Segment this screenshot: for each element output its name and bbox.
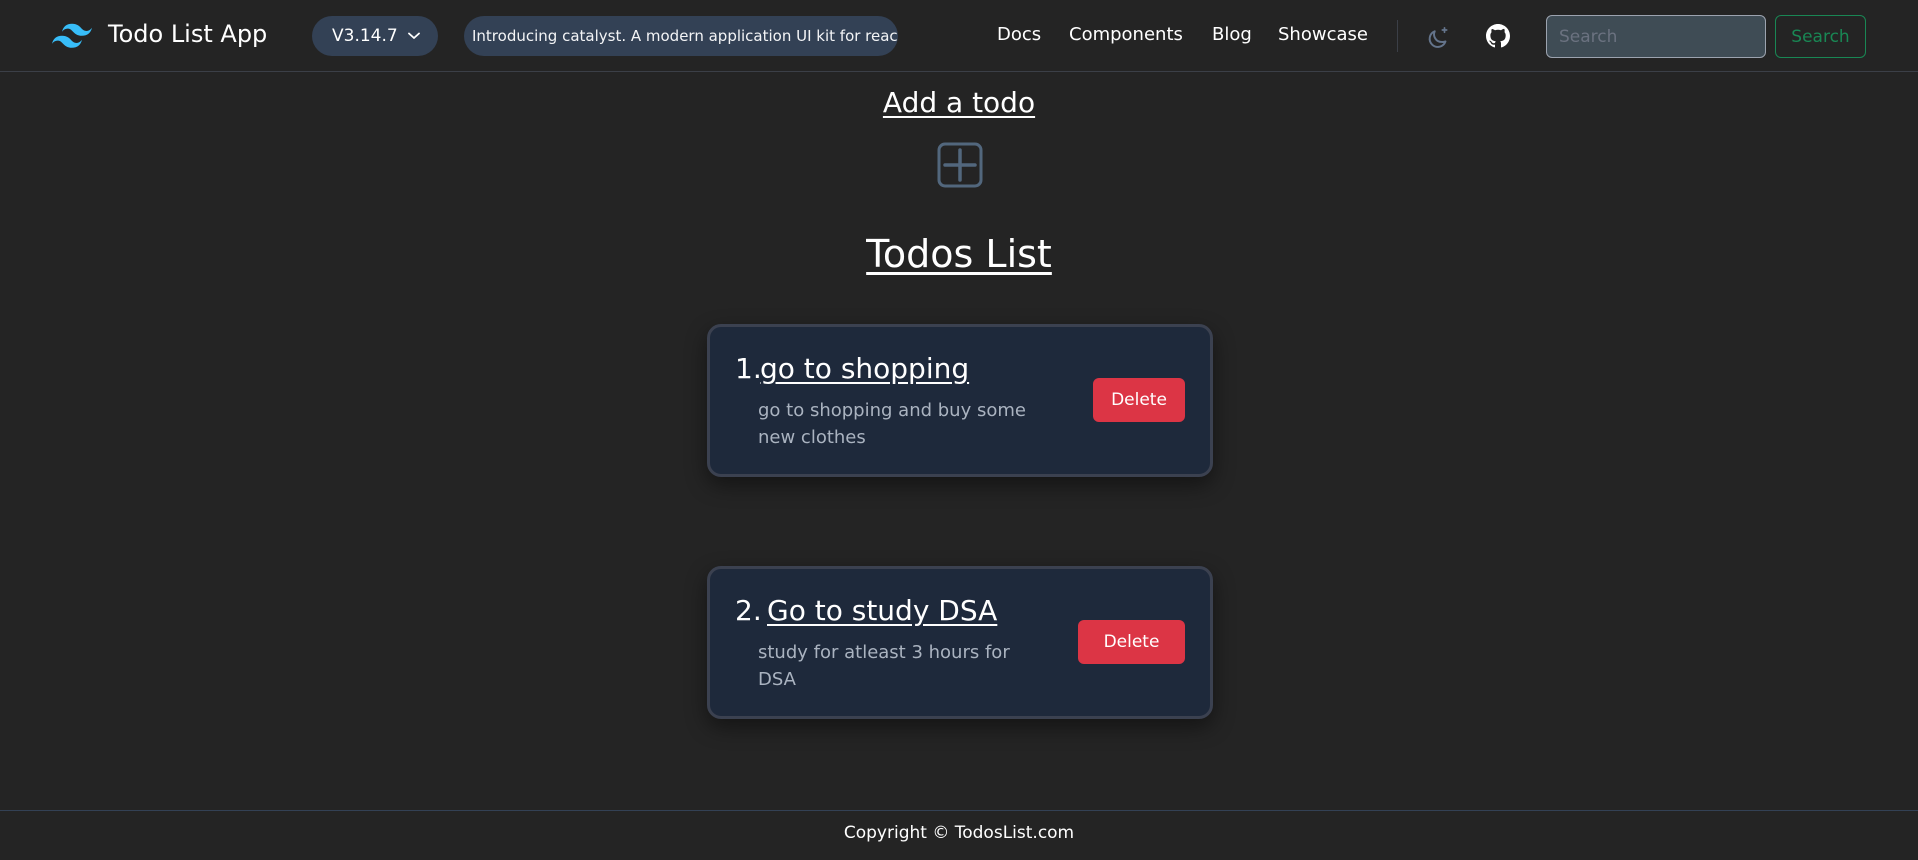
version-label: V3.14.7 [332, 26, 398, 46]
chevron-down-icon [408, 32, 420, 39]
version-dropdown-button[interactable]: V3.14.7 [312, 16, 438, 56]
plus-square-icon[interactable] [937, 142, 983, 188]
todos-list-heading: Todos List [866, 232, 1052, 276]
github-icon[interactable] [1486, 24, 1510, 48]
todo-card: 2. Go to study DSA study for atleast 3 h… [707, 566, 1213, 719]
todo-card: 1. go to shopping go to shopping and buy… [707, 324, 1213, 477]
todo-title[interactable]: Go to study DSA [767, 594, 997, 627]
todo-description: study for atleast 3 hours for DSA [758, 642, 1010, 690]
announcement-pill[interactable]: Introducing catalyst. A modern applicati… [464, 16, 898, 56]
todo-number: 2. [735, 594, 762, 627]
nav-link-blog[interactable]: Blog [1212, 24, 1252, 45]
search-button[interactable]: Search [1775, 15, 1866, 58]
todo-title[interactable]: go to shopping [760, 352, 969, 385]
nav-divider [1397, 20, 1398, 52]
app-title[interactable]: Todo List App [108, 20, 267, 48]
copyright-text: Copyright © TodosList.com [843, 823, 1075, 843]
top-navbar: Todo List App V3.14.7 Introducing cataly… [0, 0, 1918, 72]
nav-link-showcase[interactable]: Showcase [1278, 24, 1368, 45]
delete-button[interactable]: Delete [1093, 378, 1185, 422]
footer: Copyright © TodosList.com [0, 810, 1918, 860]
delete-button[interactable]: Delete [1078, 620, 1185, 664]
tailwind-waves-icon[interactable] [52, 21, 92, 51]
add-todo-heading: Add a todo [882, 86, 1036, 119]
search-input[interactable] [1546, 15, 1766, 58]
todo-number: 1. [735, 352, 762, 385]
nav-link-docs[interactable]: Docs [997, 24, 1041, 45]
moon-icon[interactable] [1425, 23, 1451, 49]
nav-link-components[interactable]: Components [1069, 24, 1183, 45]
todo-description: go to shopping and buy some new clothes [758, 400, 1026, 448]
